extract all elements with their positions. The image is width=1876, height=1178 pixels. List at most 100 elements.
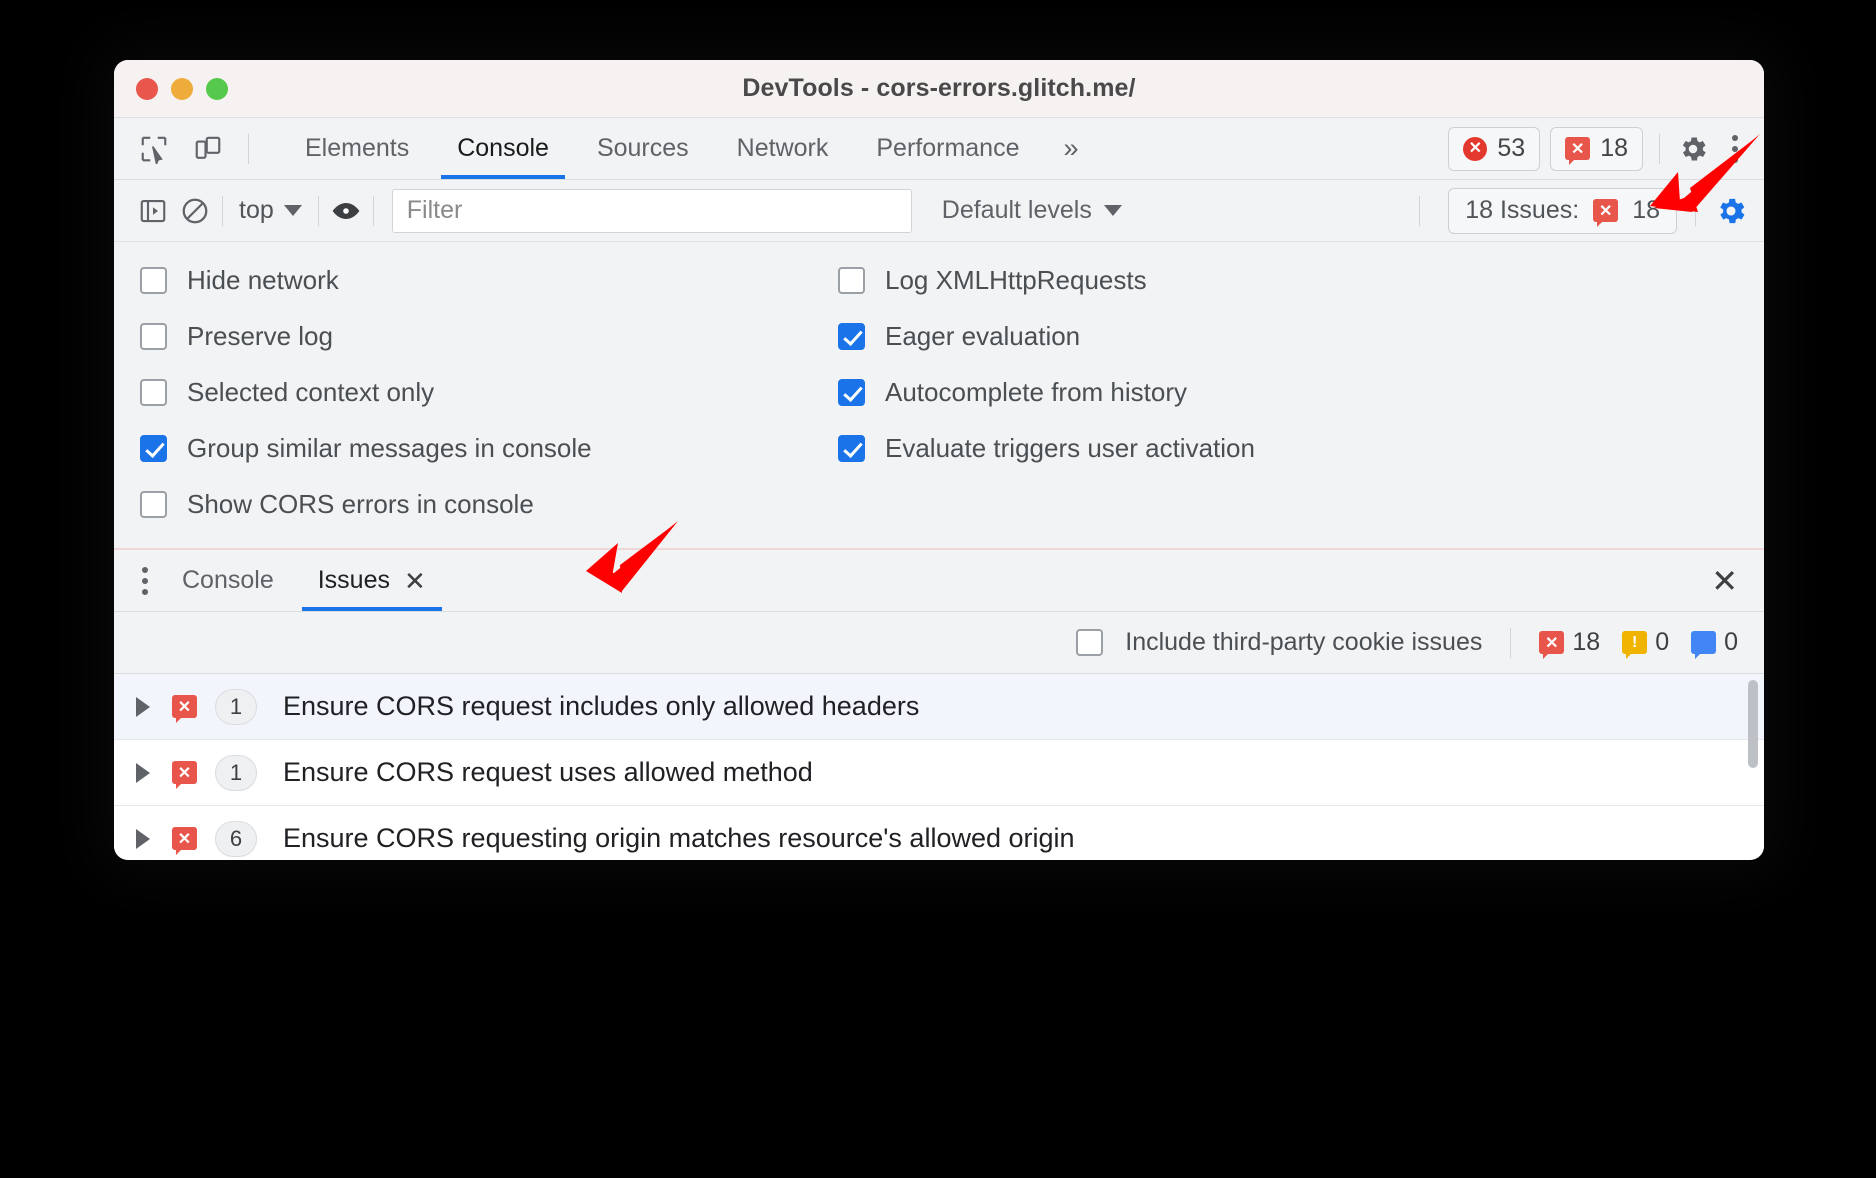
execution-context-selector[interactable]: top — [229, 196, 312, 225]
checkbox-preserve-log[interactable] — [140, 322, 167, 350]
chevron-down-icon — [283, 205, 302, 216]
tab-console[interactable]: Console — [433, 118, 573, 179]
issue-row[interactable]: ✕ 6 Ensure CORS requesting origin matche… — [114, 806, 1764, 860]
setting-show-cors-errors[interactable]: Show CORS errors in console — [140, 486, 814, 522]
expand-triangle-icon[interactable] — [136, 828, 150, 849]
devtools-more-options-icon[interactable] — [1720, 134, 1750, 163]
console-settings-panel: Hide network Preserve log Selected conte… — [114, 242, 1764, 550]
toolbar-divider — [248, 133, 249, 164]
issue-info-count: 0 — [1724, 628, 1738, 656]
expand-triangle-icon[interactable] — [136, 696, 150, 717]
window-title: DevTools - cors-errors.glitch.me/ — [742, 74, 1136, 102]
setting-autocomplete-from-history[interactable]: Autocomplete from history — [838, 374, 1255, 410]
console-settings-gear-icon[interactable] — [1714, 194, 1748, 228]
log-levels-label: Default levels — [941, 196, 1092, 224]
checkbox-autocomplete-from-history[interactable] — [838, 378, 865, 406]
tab-console-label: Console — [457, 134, 549, 162]
setting-label: Selected context only — [187, 376, 435, 407]
devtools-tabbar: Elements Console Sources Network Perform… — [114, 118, 1764, 180]
issue-bubble-icon: ✕ — [172, 761, 197, 789]
close-icon[interactable]: ✕ — [404, 568, 426, 594]
tab-performance-label: Performance — [876, 134, 1020, 162]
kebab-dot — [142, 577, 148, 584]
issue-count-chip: 6 — [215, 820, 257, 857]
log-levels-dropdown[interactable]: Default levels — [924, 196, 1140, 225]
console-sidebar-toggle-icon[interactable] — [132, 190, 174, 232]
console-toolbar-right: 18 Issues: ✕ 18 — [1413, 187, 1748, 234]
setting-label: Show CORS errors in console — [187, 488, 534, 519]
tab-elements-label: Elements — [305, 134, 410, 162]
issue-title: Ensure CORS requesting origin matches re… — [283, 823, 1075, 853]
kebab-dot — [1732, 156, 1738, 163]
checkbox-hide-network[interactable] — [140, 266, 167, 294]
execution-context-label: top — [239, 196, 274, 224]
kebab-dot — [1732, 134, 1738, 141]
setting-evaluate-triggers-user-activation[interactable]: Evaluate triggers user activation — [838, 430, 1255, 466]
info-bubble-icon — [1691, 631, 1717, 659]
issues-filter-divider — [1510, 627, 1512, 658]
checkbox-evaluate-triggers-user-activation[interactable] — [838, 434, 865, 462]
more-tabs-icon[interactable]: » — [1043, 133, 1093, 164]
drawer-tab-issues-label: Issues — [317, 566, 390, 594]
console-toolbar-divider — [222, 195, 223, 226]
checkbox-show-cors-errors[interactable] — [140, 490, 167, 518]
tab-network-label: Network — [736, 134, 829, 162]
issue-title: Ensure CORS request includes only allowe… — [283, 691, 920, 721]
issue-bubble-icon: ✕ — [1539, 631, 1565, 659]
checkbox-include-third-party-cookie-issues[interactable] — [1076, 629, 1104, 656]
inspect-element-icon[interactable] — [134, 129, 174, 169]
issue-count-chip: 1 — [215, 754, 257, 791]
kebab-dot — [142, 566, 148, 573]
console-toolbar-divider-3 — [372, 195, 374, 226]
live-expression-eye-icon[interactable] — [325, 190, 367, 232]
issue-counter-button[interactable]: ✕ 18 — [1550, 126, 1643, 171]
issues-filter-row: Include third-party cookie issues ✕ 18 !… — [114, 612, 1764, 674]
expand-triangle-icon[interactable] — [136, 762, 150, 783]
screenshot-root: DevTools - cors-errors.glitch.me/ Elemen… — [0, 0, 1876, 1178]
issue-error-badge[interactable]: ✕ 18 — [1539, 628, 1600, 659]
devtools-window: DevTools - cors-errors.glitch.me/ Elemen… — [114, 60, 1764, 860]
setting-hide-network[interactable]: Hide network — [140, 262, 814, 298]
issue-row[interactable]: ✕ 1 Ensure CORS request uses allowed met… — [114, 740, 1764, 806]
console-toolbar-divider-2 — [317, 195, 319, 226]
console-filter-input[interactable]: Filter — [391, 188, 912, 233]
tab-sources[interactable]: Sources — [573, 118, 713, 179]
settings-gear-icon[interactable] — [1676, 132, 1710, 166]
device-toolbar-icon[interactable] — [188, 129, 228, 169]
checkbox-group-similar-messages[interactable] — [140, 434, 167, 462]
issue-row[interactable]: ✕ 1 Ensure CORS request includes only al… — [114, 674, 1764, 740]
drawer-more-options-icon[interactable] — [130, 566, 160, 595]
drawer-tab-console[interactable]: Console — [160, 550, 296, 611]
setting-log-xmlhttprequests[interactable]: Log XMLHttpRequests — [838, 262, 1255, 298]
checkbox-log-xmlhttprequests[interactable] — [838, 266, 865, 294]
issue-title: Ensure CORS request uses allowed method — [283, 757, 813, 787]
include-third-party-cookie-issues-label: Include third-party cookie issues — [1125, 628, 1483, 656]
issue-badge-group: ✕ 18 ! 0 0 — [1539, 628, 1738, 659]
tabbar-right-group: ✕ 53 ✕ 18 — [1448, 118, 1750, 179]
checkbox-eager-evaluation[interactable] — [838, 322, 865, 350]
setting-eager-evaluation[interactable]: Eager evaluation — [838, 318, 1255, 354]
tab-network[interactable]: Network — [713, 118, 853, 179]
checkbox-selected-context-only[interactable] — [140, 378, 167, 406]
setting-label: Group similar messages in console — [187, 432, 592, 463]
issue-bubble-icon: ✕ — [172, 695, 197, 723]
tab-elements[interactable]: Elements — [281, 118, 433, 179]
setting-group-similar-messages[interactable]: Group similar messages in console — [140, 430, 814, 466]
clear-console-icon[interactable] — [174, 190, 216, 232]
issue-bubble-icon: ✕ — [1565, 137, 1591, 165]
panel-tabs: Elements Console Sources Network Perform… — [281, 118, 1094, 179]
setting-preserve-log[interactable]: Preserve log — [140, 318, 814, 354]
issue-info-badge[interactable]: 0 — [1691, 628, 1738, 659]
issue-warning-badge[interactable]: ! 0 — [1622, 628, 1669, 659]
issues-summary-label: 18 Issues: — [1465, 196, 1580, 224]
issues-summary-button[interactable]: 18 Issues: ✕ 18 — [1448, 187, 1677, 234]
kebab-dot — [1732, 145, 1738, 152]
drawer-close-icon[interactable]: ✕ — [1711, 562, 1738, 600]
setting-selected-context-only[interactable]: Selected context only — [140, 374, 814, 410]
tab-performance[interactable]: Performance — [852, 118, 1043, 179]
error-counter-button[interactable]: ✕ 53 — [1448, 126, 1541, 171]
drawer-tabbar: Console Issues ✕ ✕ — [114, 550, 1764, 612]
issues-scrollbar[interactable] — [1748, 680, 1758, 768]
drawer-tab-issues[interactable]: Issues ✕ — [296, 550, 448, 611]
issue-bubble-icon: ✕ — [172, 827, 197, 855]
